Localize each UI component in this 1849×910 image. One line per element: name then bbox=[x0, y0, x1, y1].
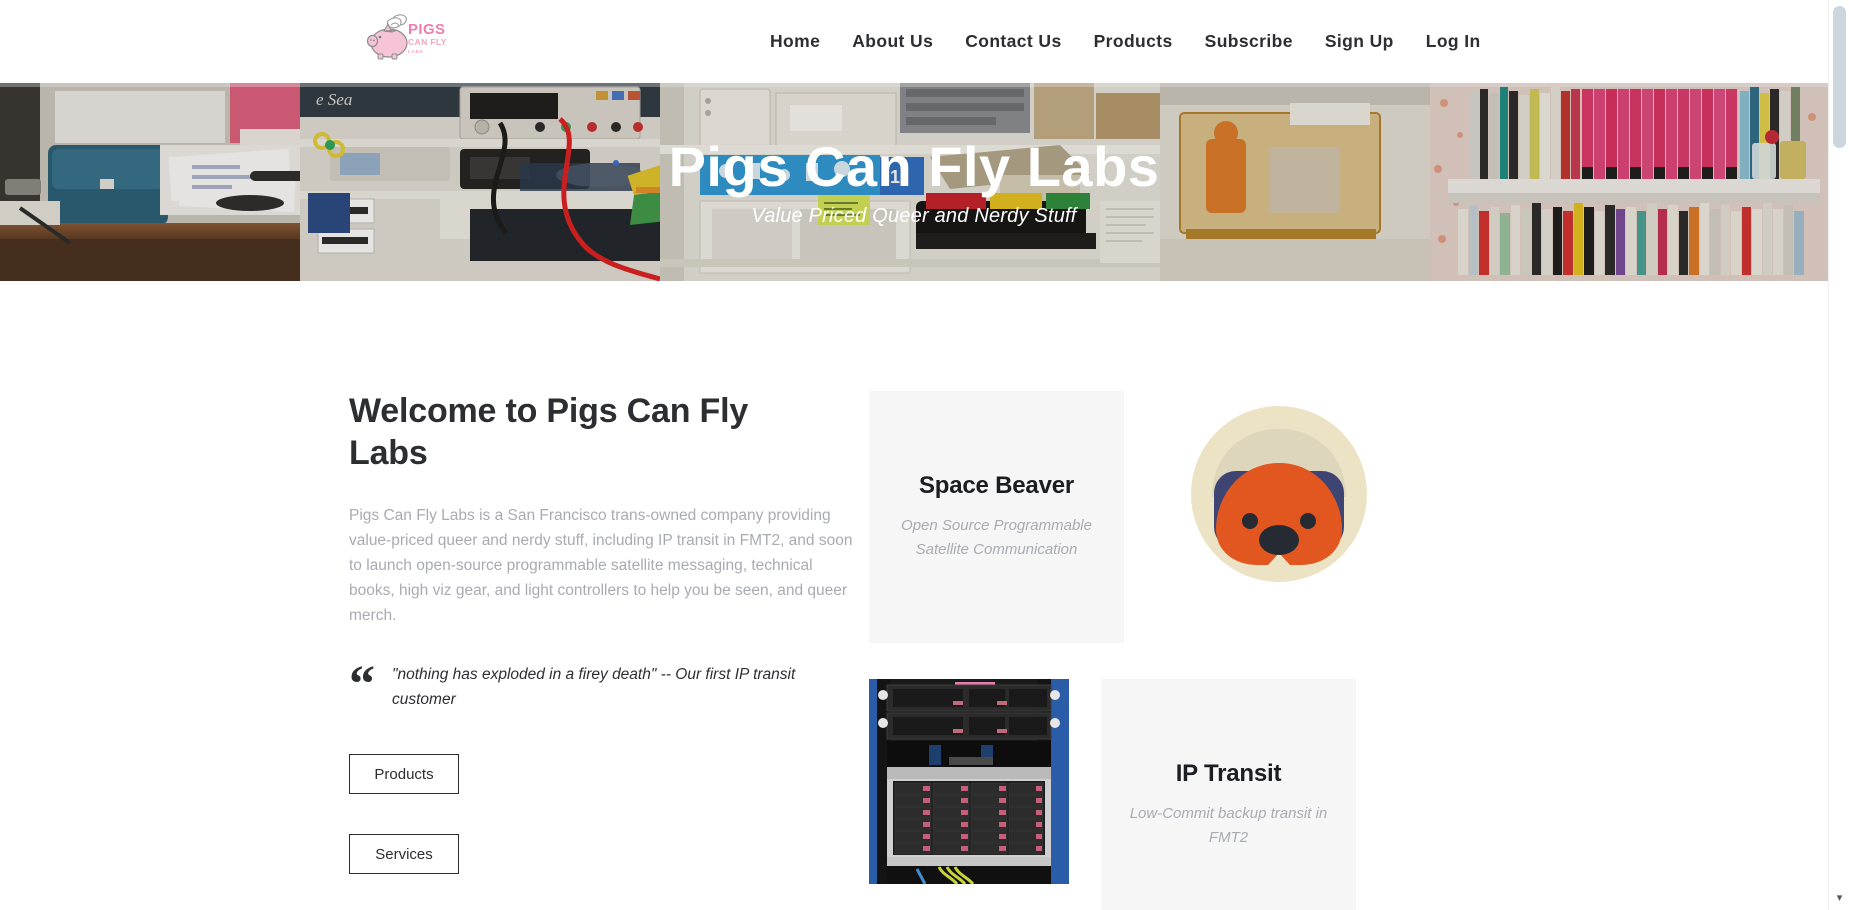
feature-card-title: IP Transit bbox=[1175, 760, 1282, 787]
page-title: Welcome to Pigs Can Fly Labs bbox=[349, 392, 749, 472]
scroll-down-arrow-icon[interactable]: ▾ bbox=[1834, 893, 1845, 904]
content-grid: Welcome to Pigs Can Fly Labs Pigs Can Fl… bbox=[349, 391, 1479, 910]
services-button[interactable]: Services bbox=[349, 834, 459, 875]
space-beaver-media[interactable] bbox=[1179, 391, 1379, 596]
browser-viewport: PIGS CAN FLY LABS Home About Us Contact … bbox=[0, 0, 1849, 910]
testimonial-text: "nothing has exploded in a firey death" … bbox=[392, 666, 796, 709]
nav-link-log-in[interactable]: Log In bbox=[1426, 23, 1481, 60]
main-content: Welcome to Pigs Can Fly Labs Pigs Can Fl… bbox=[0, 281, 1828, 910]
products-button[interactable]: Products bbox=[349, 754, 459, 795]
beaver-astronaut-icon bbox=[1191, 405, 1367, 582]
intro-column: Welcome to Pigs Can Fly Labs Pigs Can Fl… bbox=[349, 391, 869, 875]
feature-card-subtitle: Low-Commit backup transit in FMT2 bbox=[1129, 805, 1328, 846]
piggy-bank-with-wings-logo-icon: PIGS CAN FLY LABS bbox=[366, 14, 447, 60]
feature-card-ip-transit[interactable]: IP Transit Low-Commit backup transit in … bbox=[1101, 679, 1356, 910]
page-root: PIGS CAN FLY LABS Home About Us Contact … bbox=[0, 0, 1828, 910]
nav-link-products[interactable]: Products bbox=[1094, 23, 1173, 60]
nav-link-contact-us[interactable]: Contact Us bbox=[965, 23, 1061, 60]
nav-link-subscribe[interactable]: Subscribe bbox=[1205, 23, 1293, 60]
feature-card-subtitle: Open Source Programmable Satellite Commu… bbox=[901, 517, 1092, 558]
testimonial-blockquote: “ "nothing has exploded in a firey death… bbox=[349, 656, 839, 714]
main-navigation: Home About Us Contact Us Products Subscr… bbox=[770, 0, 1481, 83]
feature-row-ip-transit: IP Transit Low-Commit backup transit in … bbox=[869, 679, 1479, 910]
hero-subtitle: Value Priced Queer and Nerdy Stuff bbox=[751, 204, 1077, 227]
nav-link-sign-up[interactable]: Sign Up bbox=[1325, 23, 1394, 60]
svg-text:LABS: LABS bbox=[408, 49, 423, 54]
feature-cards-column: Space Beaver Open Source Programmable Sa… bbox=[869, 391, 1479, 910]
hero-title: Pigs Can Fly Labs bbox=[668, 135, 1160, 199]
svg-text:PIGS: PIGS bbox=[408, 21, 445, 38]
hero-banner: e Sea 1 Pigs Can Fly Labs Value Priced Q… bbox=[0, 83, 1828, 281]
hero-content: Pigs Can Fly Labs Value Priced Queer and… bbox=[0, 83, 1828, 281]
server-rack-photo bbox=[869, 679, 1069, 884]
nav-link-home[interactable]: Home bbox=[770, 23, 820, 60]
quote-mark-icon: “ bbox=[349, 656, 375, 714]
svg-text:CAN FLY: CAN FLY bbox=[408, 37, 447, 47]
scrollbar-thumb[interactable] bbox=[1833, 6, 1846, 148]
intro-paragraph: Pigs Can Fly Labs is a San Francisco tra… bbox=[349, 506, 853, 625]
vertical-scrollbar[interactable]: ▾ bbox=[1828, 0, 1849, 910]
feature-card-title: Space Beaver bbox=[918, 472, 1075, 499]
nav-link-about-us[interactable]: About Us bbox=[852, 23, 933, 60]
ip-transit-media[interactable] bbox=[869, 679, 1069, 884]
feature-card-space-beaver[interactable]: Space Beaver Open Source Programmable Sa… bbox=[869, 391, 1124, 643]
feature-row-space-beaver: Space Beaver Open Source Programmable Sa… bbox=[869, 391, 1479, 643]
brand-logo[interactable]: PIGS CAN FLY LABS bbox=[364, 12, 448, 64]
site-header: PIGS CAN FLY LABS Home About Us Contact … bbox=[0, 0, 1828, 83]
